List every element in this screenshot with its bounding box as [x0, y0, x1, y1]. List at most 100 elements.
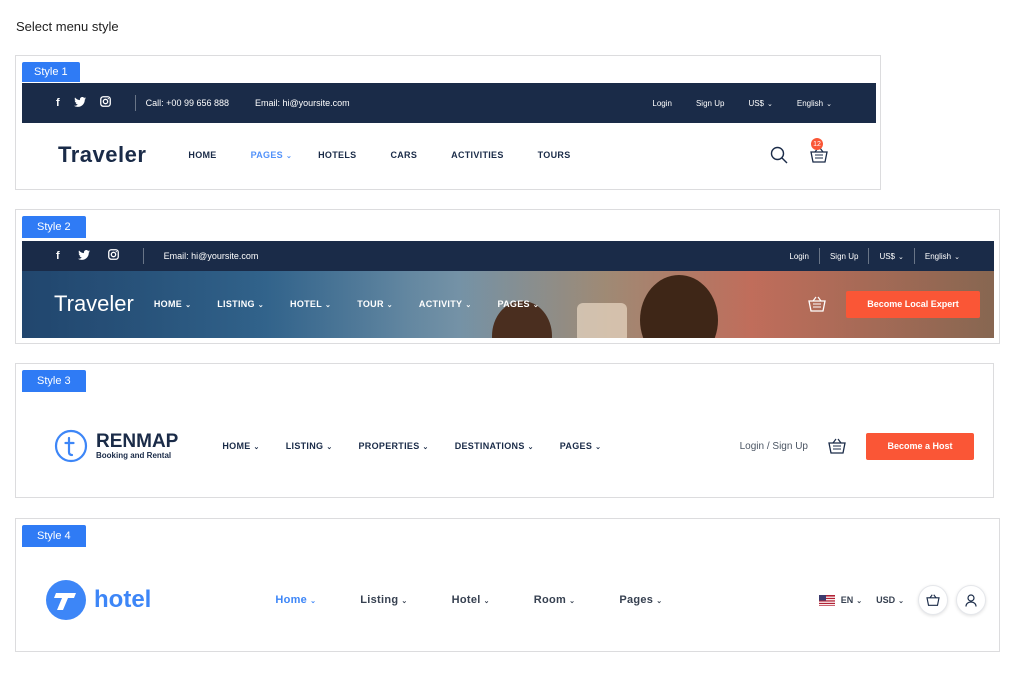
nav-item-listing[interactable]: Listing ⌄	[360, 594, 407, 606]
divider	[818, 248, 820, 264]
nav-item-home[interactable]: Home ⌄	[275, 594, 316, 606]
nav-item-properties[interactable]: PROPERTIES ⌄	[359, 441, 429, 451]
cart-icon	[926, 594, 940, 606]
style3-navbar: RENMAP Booking and Rental HOME ⌄ LISTING ⌄…	[54, 428, 974, 464]
divider	[868, 248, 870, 264]
signup-link[interactable]: Sign Up	[696, 99, 724, 108]
phone-text: Call: +00 99 656 888	[145, 98, 229, 108]
hotel-logo-icon[interactable]	[46, 580, 86, 620]
chevron-down-icon: ⌄	[401, 598, 408, 605]
login-link[interactable]: Login	[652, 99, 672, 108]
page-title: Select menu style	[16, 19, 119, 34]
cart-button[interactable]	[918, 585, 948, 615]
cart-icon[interactable]	[828, 438, 846, 454]
chevron-down-icon: ⌄	[954, 253, 960, 261]
language-select[interactable]: EN ⌄	[841, 595, 862, 605]
twitter-icon[interactable]	[77, 249, 90, 263]
style3-tag: Style 3	[22, 370, 86, 392]
nav-item-hotel[interactable]: Hotel ⌄	[452, 594, 490, 606]
style2-hero: Traveler HOME ⌄ LISTING ⌄ HOTEL ⌄ TOUR ⌄ ACT…	[22, 271, 994, 338]
chevron-down-icon: ⌄	[532, 302, 540, 309]
chevron-down-icon: ⌄	[326, 444, 333, 451]
chevron-down-icon: ⌄	[826, 100, 832, 108]
login-signup-link[interactable]: Login / Sign Up	[740, 441, 808, 452]
nav-item-pages[interactable]: PAGES ⌄	[251, 150, 293, 160]
style2-card[interactable]: Style 2 f Email: hi@yoursite.com Login S…	[15, 209, 1000, 344]
style2-navbar: Traveler HOME ⌄ LISTING ⌄ HOTEL ⌄ TOUR ⌄ ACT…	[54, 289, 984, 319]
nav-item-hotels[interactable]: HOTELS	[318, 150, 356, 160]
nav-item-home[interactable]: HOME ⌄	[222, 441, 259, 451]
nav-item-home[interactable]: HOME ⌄	[154, 299, 191, 309]
chevron-down-icon: ⌄	[325, 302, 332, 309]
chevron-down-icon: ⌄	[569, 598, 576, 605]
style1-card[interactable]: Style 1 f Call: +00 99 656 888 Email: hi…	[15, 55, 881, 190]
logo[interactable]: Traveler	[58, 142, 146, 168]
style1-navbar: Traveler HOME PAGES ⌄ HOTELS CARS ACTIVIT…	[58, 138, 858, 170]
facebook-icon[interactable]: f	[56, 250, 60, 262]
user-account-button[interactable]	[956, 585, 986, 615]
cart-icon[interactable]	[808, 296, 826, 312]
logo[interactable]: Traveler	[54, 291, 134, 317]
chevron-down-icon: ⌄	[310, 598, 317, 605]
chevron-down-icon: ⌄	[483, 598, 490, 605]
chevron-down-icon: ⌄	[595, 444, 602, 451]
become-local-expert-button[interactable]: Become Local Expert	[846, 290, 980, 318]
us-flag-icon	[818, 594, 835, 606]
chevron-down-icon: ⌄	[898, 598, 904, 605]
nav-item-cars[interactable]: CARS	[390, 150, 417, 160]
style4-card[interactable]: Style 4 hotel Home ⌄ Listing ⌄ Hotel ⌄ Room…	[15, 518, 1000, 652]
nav-item-pages[interactable]: PAGES ⌄	[498, 299, 540, 309]
email-text: Email: hi@yoursite.com	[163, 251, 259, 261]
signup-link[interactable]: Sign Up	[830, 252, 858, 261]
style2-tag: Style 2	[22, 216, 86, 238]
become-a-host-button[interactable]: Become a Host	[866, 432, 974, 460]
currency-select[interactable]: US$ ⌄	[748, 99, 772, 108]
nav-item-activities[interactable]: ACTIVITIES	[451, 150, 504, 160]
chevron-down-icon: ⌄	[898, 253, 904, 261]
instagram-icon[interactable]	[99, 96, 111, 110]
currency-select[interactable]: USD ⌄	[876, 595, 904, 605]
login-link[interactable]: Login	[789, 252, 809, 261]
language-select[interactable]: English ⌄	[925, 252, 960, 261]
style1-tag: Style 1	[22, 62, 80, 82]
currency-select[interactable]: US$ ⌄	[879, 252, 903, 261]
style4-tag: Style 4	[22, 525, 86, 547]
divider	[134, 95, 136, 111]
chevron-down-icon: ⌄	[527, 444, 534, 451]
logo[interactable]: RENMAP Booking and Rental	[96, 432, 178, 460]
chevron-down-icon: ⌄	[465, 302, 472, 309]
nav-item-destinations[interactable]: DESTINATIONS ⌄	[455, 441, 534, 451]
chevron-down-icon: ⌄	[285, 153, 293, 160]
cart-icon[interactable]: 12	[810, 138, 828, 163]
nav-item-activity[interactable]: ACTIVITY ⌄	[419, 299, 472, 309]
email-text: Email: hi@yoursite.com	[255, 98, 350, 108]
search-icon[interactable]	[770, 146, 788, 164]
nav-item-hotel[interactable]: HOTEL ⌄	[290, 299, 331, 309]
style2-topbar: f Email: hi@yoursite.com Login Sign Up U…	[22, 241, 994, 271]
nav-item-listing[interactable]: LISTING ⌄	[217, 299, 264, 309]
nav-item-room[interactable]: Room ⌄	[534, 594, 576, 606]
twitter-icon[interactable]	[73, 96, 86, 110]
language-select[interactable]: English ⌄	[797, 99, 832, 108]
renmap-logo-icon[interactable]	[54, 429, 88, 463]
logo[interactable]: hotel	[94, 586, 151, 614]
nav-item-pages[interactable]: PAGES ⌄	[560, 441, 602, 451]
chevron-down-icon: ⌄	[185, 302, 192, 309]
chevron-down-icon: ⌄	[767, 100, 773, 108]
style4-navbar: hotel Home ⌄ Listing ⌄ Hotel ⌄ Room ⌄ Pages ⌄…	[46, 580, 986, 620]
nav-item-listing[interactable]: LISTING ⌄	[286, 441, 333, 451]
nav-item-tour[interactable]: TOUR ⌄	[357, 299, 393, 309]
divider	[142, 248, 144, 264]
logo-tagline: Booking and Rental	[96, 451, 172, 460]
instagram-icon[interactable]	[107, 249, 119, 263]
style3-card[interactable]: Style 3 RENMAP Booking and Rental HOME ⌄ …	[15, 363, 994, 498]
nav-item-pages[interactable]: Pages ⌄	[619, 594, 662, 606]
facebook-icon[interactable]: f	[56, 97, 60, 109]
chevron-down-icon: ⌄	[386, 302, 393, 309]
chevron-down-icon: ⌄	[656, 598, 663, 605]
nav-item-tours[interactable]: TOURS	[538, 150, 571, 160]
chevron-down-icon: ⌄	[856, 598, 863, 605]
nav-item-home[interactable]: HOME	[188, 150, 216, 160]
chevron-down-icon: ⌄	[257, 302, 265, 309]
style1-topbar: f Call: +00 99 656 888 Email: hi@yoursit…	[22, 83, 876, 123]
